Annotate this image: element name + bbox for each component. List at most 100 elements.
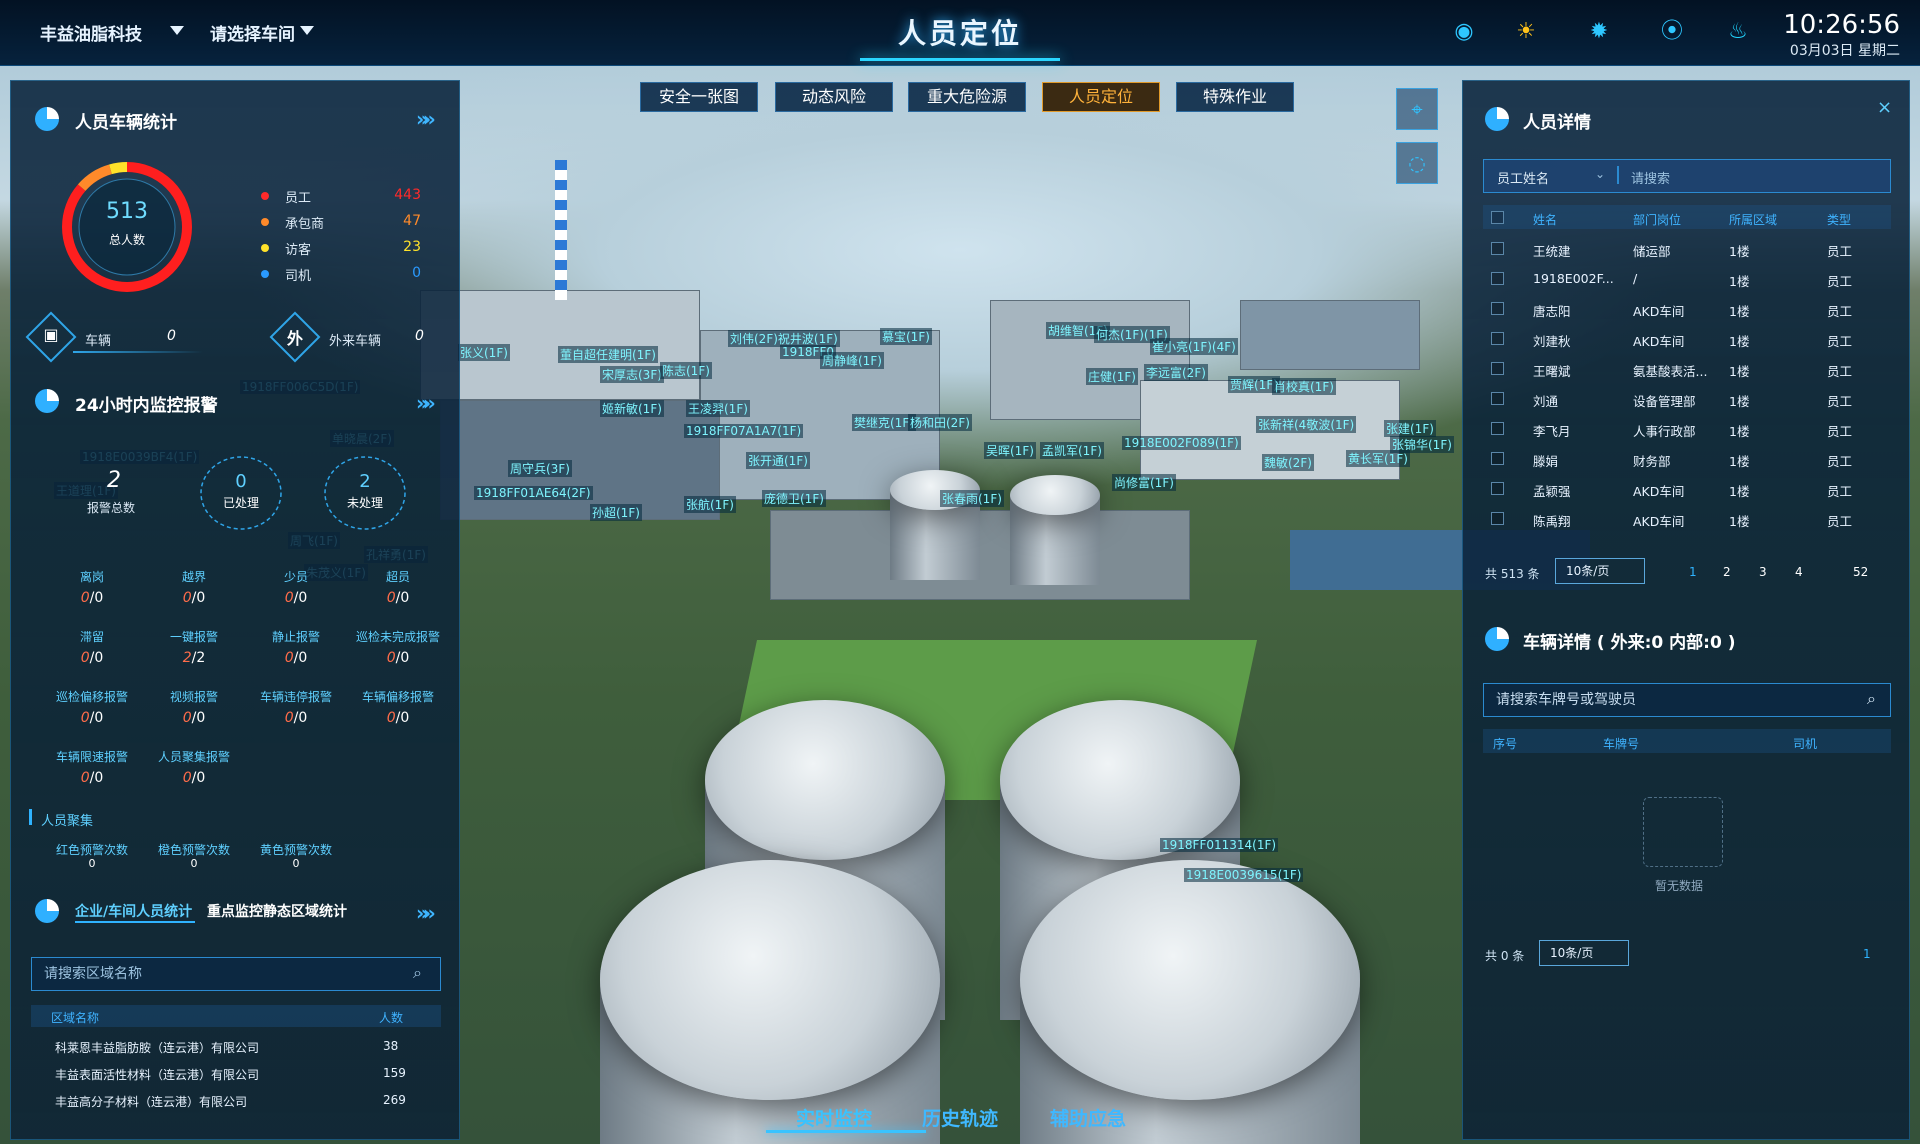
area-row-name[interactable]: 丰益高分子材料（连云港）有限公司 — [55, 1093, 247, 1110]
row-checkbox[interactable] — [1491, 362, 1504, 375]
person-location-tag[interactable]: 周静峰(1F) — [820, 352, 884, 369]
filter-select[interactable]: 员工姓名 — [1497, 168, 1549, 187]
search-icon[interactable]: ⌕ — [413, 963, 422, 983]
location-icon[interactable]: ⦿ — [1658, 18, 1686, 46]
person-location-tag[interactable]: 陈志(1F) — [660, 362, 712, 379]
area-row-name[interactable]: 丰益表面活性材料（连云港）有限公司 — [55, 1066, 259, 1083]
bottom-tab[interactable]: 历史轨迹 — [922, 1104, 998, 1131]
person-location-tag[interactable]: 庞德卫(1F) — [762, 490, 826, 507]
search-icon[interactable]: ⌕ — [1867, 689, 1876, 709]
person-cell-name[interactable]: 李飞月 — [1533, 421, 1571, 440]
person-location-tag[interactable]: 魏敏(2F) — [1262, 454, 1314, 471]
person-location-tag[interactable]: 黄长军(1F) — [1346, 450, 1410, 467]
person-cell-name[interactable]: 滕娟 — [1533, 451, 1558, 470]
nav-tab[interactable]: 安全一张图 — [640, 82, 758, 112]
brightness-icon[interactable]: ✹ — [1585, 18, 1613, 46]
row-checkbox[interactable] — [1491, 392, 1504, 405]
person-cell-name[interactable]: 王统建 — [1533, 241, 1571, 260]
person-location-tag[interactable]: 宋厚志(3F) — [600, 366, 664, 383]
expand-chevron-icon[interactable]: »» — [416, 901, 436, 925]
date: 03月03日 星期二 — [1789, 43, 1900, 59]
row-checkbox[interactable] — [1491, 272, 1504, 285]
bottom-tab[interactable]: 辅助应急 — [1050, 1104, 1126, 1131]
person-location-tag[interactable]: 张建(1F) — [1384, 420, 1436, 437]
legend-label: 员工 — [285, 191, 312, 206]
chevron-down-icon[interactable]: ⌄ — [1595, 167, 1605, 181]
person-location-tag[interactable]: 孟凯军(1F) — [1040, 442, 1104, 459]
expand-chevron-icon[interactable]: »» — [416, 107, 436, 131]
company-select[interactable]: 丰益油脂科技 — [40, 20, 142, 45]
row-checkbox[interactable] — [1491, 242, 1504, 255]
vehicle-page-1[interactable]: 1 — [1863, 947, 1871, 961]
close-icon[interactable]: × — [1877, 97, 1892, 118]
person-location-tag[interactable]: 1918FF01AE64(2F) — [474, 486, 593, 500]
sun-icon[interactable]: ☀ — [1512, 18, 1540, 46]
person-location-tag[interactable]: 1918E0039615(1F) — [1184, 868, 1304, 882]
person-location-tag[interactable]: 张春雨(1F) — [940, 490, 1004, 507]
person-location-tag[interactable]: 崔小亮(1F)(4F) — [1150, 338, 1238, 355]
nav-tab[interactable]: 人员定位 — [1042, 82, 1160, 112]
handled-ring — [200, 456, 282, 530]
map-layer-button[interactable]: ◌ — [1396, 142, 1438, 184]
row-checkbox[interactable] — [1491, 422, 1504, 435]
person-location-tag[interactable]: 肖校真(1F) — [1272, 378, 1336, 395]
person-location-tag[interactable]: 1918E002F089(1F) — [1122, 436, 1241, 450]
person-location-tag[interactable]: 庄健(1F) — [1086, 368, 1138, 385]
alarm-icon[interactable]: ♨ — [1724, 18, 1752, 46]
person-cell-name[interactable]: 陈禹翔 — [1533, 511, 1571, 530]
row-checkbox[interactable] — [1491, 482, 1504, 495]
page-number[interactable]: 4 — [1795, 565, 1803, 579]
person-page-size[interactable]: 10条/页 — [1555, 558, 1645, 584]
page-number[interactable]: 2 — [1723, 565, 1731, 579]
person-search-input[interactable]: 请搜索 — [1631, 168, 1670, 187]
bottom-tab[interactable]: 实时监控 — [796, 1104, 872, 1131]
person-location-tag[interactable]: 1918FF07A1A7(1F) — [684, 424, 804, 438]
person-location-tag[interactable]: 孙超(1F) — [590, 504, 642, 521]
person-location-tag[interactable]: 尚修富(1F) — [1112, 474, 1176, 491]
chevron-down-icon[interactable] — [300, 26, 314, 35]
person-location-tag[interactable]: 董自超任建明(1F) — [558, 346, 658, 363]
person-location-tag[interactable]: 李远富(2F) — [1144, 364, 1208, 381]
chevron-down-icon[interactable] — [170, 26, 184, 35]
person-location-tag[interactable]: 杨和田(2F) — [908, 414, 972, 431]
row-checkbox[interactable] — [1491, 512, 1504, 525]
tab-static-area[interactable]: 重点监控静态区域统计 — [207, 901, 347, 921]
row-checkbox[interactable] — [1491, 332, 1504, 345]
person-cell-name[interactable]: 孟颖强 — [1533, 481, 1571, 500]
tab-area-people[interactable]: 企业/车间人员统计 — [75, 901, 192, 921]
nav-tab[interactable]: 特殊作业 — [1176, 82, 1294, 112]
area-row-name[interactable]: 科莱恩丰益脂肪胺（连云港）有限公司 — [55, 1039, 259, 1056]
person-location-tag[interactable]: 吴晖(1F) — [984, 442, 1036, 459]
person-location-tag[interactable]: 慕宝(1F) — [880, 328, 932, 345]
person-cell-name[interactable]: 1918E002F... — [1533, 271, 1614, 286]
person-cell-name[interactable]: 唐志阳 — [1533, 301, 1571, 320]
page-number[interactable]: 3 — [1759, 565, 1767, 579]
map-locate-button[interactable]: ⌖ — [1396, 88, 1438, 130]
alarm-total: /0 — [395, 710, 410, 726]
nav-tab[interactable]: 重大危险源 — [908, 82, 1026, 112]
person-cell-name[interactable]: 王曙斌 — [1533, 361, 1571, 380]
broadcast-icon[interactable]: ◉ — [1450, 18, 1478, 46]
page-number[interactable]: 1 — [1689, 565, 1697, 579]
vehicle-search-input[interactable]: 请搜索车牌号或驾驶员 — [1483, 683, 1891, 717]
select-all-checkbox[interactable] — [1491, 211, 1504, 224]
person-location-tag[interactable]: 周守兵(3F) — [508, 460, 572, 477]
person-cell-name[interactable]: 刘通 — [1533, 391, 1558, 410]
person-location-tag[interactable]: 王凌羿(1F) — [686, 400, 750, 417]
person-location-tag[interactable]: 张义(1F) — [458, 344, 510, 361]
nav-tab[interactable]: 动态风险 — [775, 82, 893, 112]
workshop-select[interactable]: 请选择车间 — [210, 20, 295, 45]
person-location-tag[interactable]: 张开通(1F) — [746, 452, 810, 469]
area-search-input[interactable]: 请搜索区域名称 — [31, 957, 441, 991]
person-cell-name[interactable]: 刘建秋 — [1533, 331, 1571, 350]
person-location-tag[interactable]: 姬新敏(1F) — [600, 400, 664, 417]
expand-chevron-icon[interactable]: »» — [416, 391, 436, 415]
vehicle-page-size[interactable]: 10条/页 — [1539, 940, 1629, 966]
row-checkbox[interactable] — [1491, 452, 1504, 465]
row-checkbox[interactable] — [1491, 302, 1504, 315]
page-number[interactable]: 52 — [1853, 565, 1868, 579]
person-location-tag[interactable]: 张新祥(4敬波(1F) — [1256, 416, 1357, 433]
person-location-tag[interactable]: 张航(1F) — [684, 496, 736, 513]
person-location-tag[interactable]: 1918FF011314(1F) — [1160, 838, 1279, 852]
person-location-tag[interactable]: 樊继克(1F) — [852, 414, 916, 431]
